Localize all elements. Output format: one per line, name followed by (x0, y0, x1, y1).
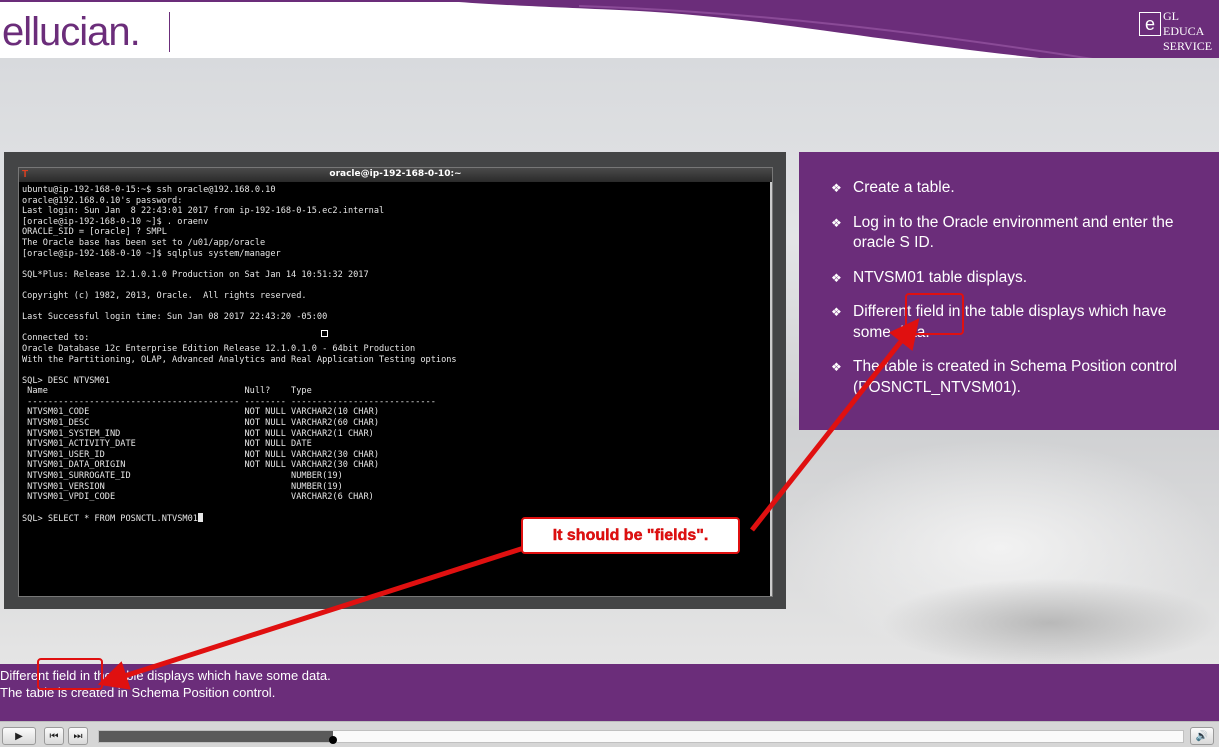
notes-item-text: Log in to the Oracle environment and ent… (853, 213, 1174, 252)
logo-divider (169, 12, 170, 52)
diamond-bullet-icon: ❖ (831, 360, 842, 374)
bg-blur-dark (880, 578, 1219, 668)
ellucian-logo: ellucian. (2, 10, 141, 54)
diamond-bullet-icon: ❖ (831, 305, 842, 319)
annotation-highlight-caption-field (37, 658, 103, 690)
notes-item: ❖ The table is created in Schema Position… (831, 357, 1197, 398)
mouse-pointer-marker (321, 330, 328, 337)
annotation-callout: It should be "fields". (521, 517, 740, 554)
header-swoosh (459, 2, 1219, 58)
player-controls: ▶ ⏮ ⏭ 🔊 (0, 721, 1219, 747)
progress-fill (99, 731, 334, 742)
notes-item-text: NTVSM01 table displays. (853, 268, 1028, 286)
terminal-lines: ubuntu@ip-192-168-0-15:~$ ssh oracle@192… (22, 185, 457, 503)
badge-line-3: SERVICE (1163, 39, 1213, 53)
next-slide-button[interactable]: ⏭ (68, 727, 88, 745)
previous-slide-button[interactable]: ⏮ (44, 727, 64, 745)
volume-button[interactable]: 🔊 (1190, 727, 1214, 745)
notes-item-text: Different field in the table displays wh… (853, 303, 1167, 341)
play-button[interactable]: ▶ (2, 727, 36, 745)
diamond-bullet-icon: ❖ (831, 215, 842, 230)
diamond-bullet-icon: ❖ (831, 181, 842, 195)
notes-item: ❖ Log in to the Oracle environment and en… (831, 213, 1197, 254)
notes-item: ❖ Different field in the table displays w… (831, 302, 1197, 343)
caption-line-2: The table is created in Schema Position … (0, 685, 276, 700)
global-education-services-logo: e GL EDUCA SERVICE (1129, 6, 1219, 56)
notes-item: ❖ NTVSM01 table displays. (831, 268, 1197, 289)
annotation-highlight-notes-field (905, 293, 964, 335)
badge-letter: e (1139, 12, 1161, 36)
header-bar: ellucian. e GL EDUCA SERVICE (0, 0, 1219, 58)
terminal-cursor (197, 513, 203, 523)
diamond-bullet-icon: ❖ (831, 270, 842, 285)
terminal-titlebar: T oracle@ip-192-168-0-10:~ (19, 168, 772, 182)
caption-line-1: Different field in the table displays wh… (0, 668, 331, 683)
closed-caption-bar: Different field in the table displays wh… (0, 664, 1219, 721)
terminal-scrollbar (770, 182, 772, 596)
annotation-callout-text: It should be "fields". (552, 527, 709, 544)
terminal-prompt-line: SQL> SELECT * FROM POSNCTL.NTVSM01 (22, 514, 198, 525)
progress-thumb[interactable] (329, 736, 338, 744)
notes-item: ❖ Create a table. (831, 178, 1197, 199)
badge-line-1: GL (1163, 9, 1179, 23)
slide-notes-panel: ❖ Create a table. ❖ Log in to the Oracle e… (799, 152, 1219, 430)
notes-item-text: Create a table. (853, 179, 955, 196)
terminal-title: oracle@ip-192-168-0-10:~ (329, 169, 462, 179)
notes-list: ❖ Create a table. ❖ Log in to the Oracle e… (799, 152, 1219, 398)
badge-line-2: EDUCA (1163, 24, 1205, 38)
notes-item-text: The table is created in Schema Position … (853, 358, 1177, 396)
progress-bar[interactable] (98, 730, 1184, 744)
